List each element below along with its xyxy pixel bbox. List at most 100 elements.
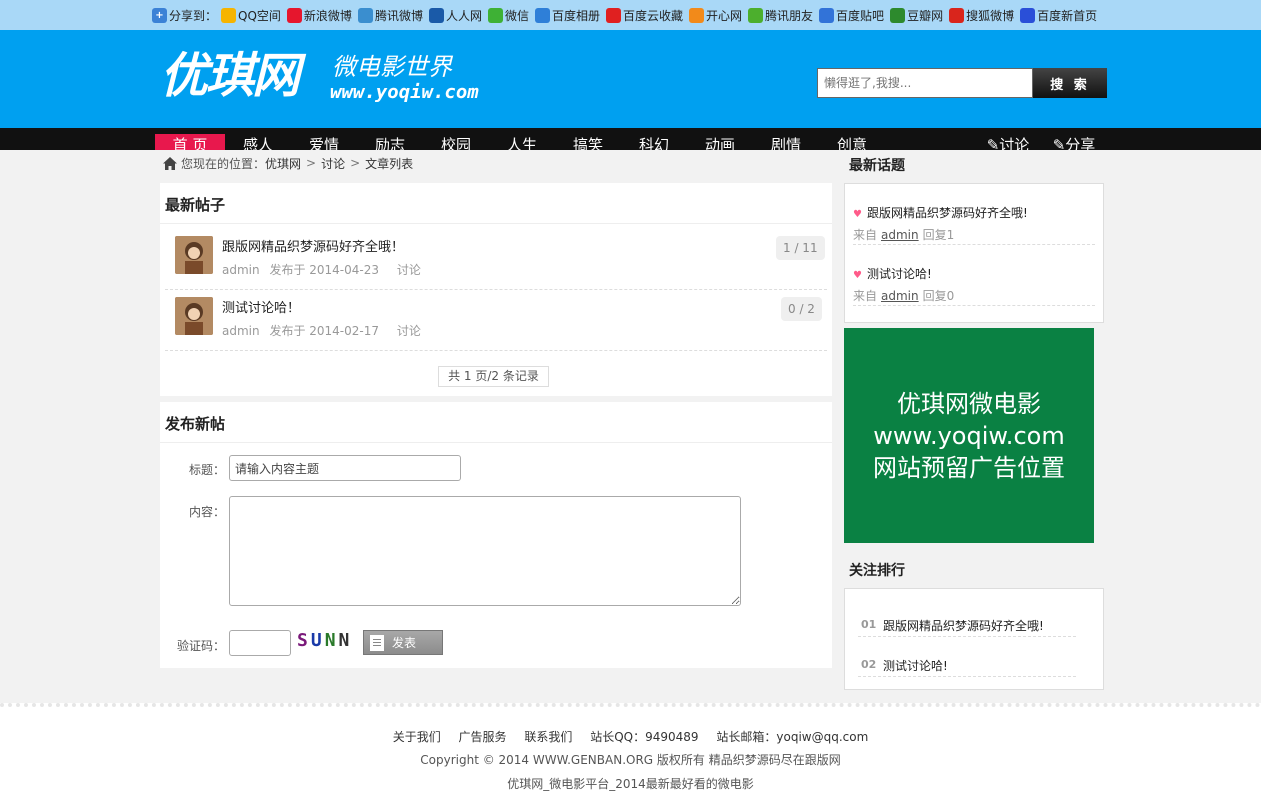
site-logo[interactable]: 优琪网 微电影世界 www.yoqiw.com (160, 48, 505, 118)
topic-author-link[interactable]: admin (881, 289, 919, 303)
ad-banner[interactable]: 优琪网微电影 www.yoqiw.com 网站预留广告位置 (844, 328, 1094, 543)
new-post-title: 发布新帖 (165, 415, 226, 433)
share-item-baidu-cloud-fav[interactable]: 百度云收藏 (606, 7, 683, 24)
breadcrumb-item-list: 文章列表 (365, 156, 414, 171)
share-label: + 分享到： (152, 7, 217, 24)
nav-item-campus[interactable]: 校园 (427, 134, 485, 150)
avatar-image (175, 297, 213, 335)
share-item-tencent-friend[interactable]: 腾讯朋友 (748, 7, 813, 24)
share-item-qzone[interactable]: QQ空间 (221, 7, 281, 24)
topic-title[interactable]: ♥ 测试讨论哈! (853, 265, 932, 282)
captcha-char: S (297, 630, 311, 651)
subject-input[interactable] (229, 455, 461, 481)
post-author[interactable]: admin (222, 263, 260, 277)
nav-item-scifi[interactable]: 科幻 (625, 134, 683, 150)
rank-item: 01 跟版网精品织梦源码好齐全哦! (858, 597, 1076, 637)
content-label: 内容： (189, 505, 226, 519)
topic-author-link[interactable]: admin (881, 228, 919, 242)
post-reply-count: 1 / 11 (776, 236, 825, 260)
nav-item-comedy[interactable]: 搞笑 (559, 134, 617, 150)
post-title[interactable]: 跟版网精品织梦源码好齐全哦！ (222, 236, 404, 255)
tencent-weibo-icon (357, 7, 373, 23)
ad-line: 网站预留广告位置 (873, 454, 1065, 482)
share-item-kaixin[interactable]: 开心网 (689, 7, 742, 24)
ad-line: www.yoqiw.com (873, 422, 1065, 450)
post-author[interactable]: admin (222, 324, 260, 338)
sohu-weibo-icon (949, 7, 965, 23)
post-meta: admin 发布于 2014-02-17 讨论 (222, 322, 427, 339)
breadcrumb-item-discuss[interactable]: 讨论 (321, 155, 345, 172)
captcha-char: U (310, 630, 325, 651)
tieba-icon (819, 7, 835, 23)
submit-button[interactable]: 发表 (363, 630, 443, 655)
nav-item-home[interactable]: 首 页 (155, 134, 225, 150)
nav-item-inspiration[interactable]: 励志 (361, 134, 419, 150)
captcha-image[interactable]: SUNN (297, 630, 352, 651)
share-item-renren[interactable]: 人人网 (428, 7, 482, 24)
avatar[interactable] (175, 236, 213, 274)
nav-item-discuss[interactable]: ✎讨论 (984, 134, 1032, 150)
topic-title[interactable]: ♥ 跟版网精品织梦源码好齐全哦! (853, 204, 1028, 221)
footer-email: 站长邮箱：yoqiw@qq.com (716, 730, 869, 744)
breadcrumb-item-home[interactable]: 优琪网 (265, 155, 301, 172)
kaixin-icon (689, 7, 705, 23)
nav-item-creative[interactable]: 创意 (823, 134, 881, 150)
footer-links: 关于我们 广告服务 联系我们 站长QQ：9490489 站长邮箱：yoqiw@q… (0, 728, 1261, 745)
baidu-home-icon (1020, 7, 1036, 23)
rank-title[interactable]: 跟版网精品织梦源码好齐全哦! (883, 617, 1044, 634)
share-item-weibo[interactable]: 新浪微博 (286, 7, 352, 24)
post-meta: admin 发布于 2014-04-23 讨论 (222, 261, 427, 278)
footer-link-contact[interactable]: 联系我们 (524, 730, 572, 744)
post-item: 跟版网精品织梦源码好齐全哦！ admin 发布于 2014-04-23 讨论 1… (165, 229, 827, 290)
new-post-panel: 发布新帖 标题： 内容： 验证码： SUNN 发表 (160, 402, 832, 668)
nav-item-share[interactable]: ✎分享 (1050, 134, 1098, 150)
share-item-douban[interactable]: 豆瓣网 (890, 7, 943, 24)
site-header: 优琪网 微电影世界 www.yoqiw.com 搜 索 (0, 30, 1261, 128)
captcha-char: N (324, 630, 339, 651)
content-textarea[interactable] (229, 496, 741, 606)
post-category[interactable]: 讨论 (397, 324, 421, 338)
search-button[interactable]: 搜 索 (1033, 68, 1107, 98)
share-item-baidu-home[interactable]: 百度新首页 (1020, 7, 1097, 24)
captcha-char: N (338, 630, 353, 651)
ad-line: 优琪网微电影 (897, 390, 1041, 418)
avatar[interactable] (175, 297, 213, 335)
share-item-tencent-weibo[interactable]: 腾讯微博 (357, 7, 423, 24)
heart-icon: ♥ (853, 270, 862, 281)
footer-link-about[interactable]: 关于我们 (393, 730, 441, 744)
latest-topics-box: ♥ 跟版网精品织梦源码好齐全哦! 来自 admin 回复1 ♥ 测试讨论哈! 来自 adm… (844, 183, 1104, 323)
plus-icon: + (152, 7, 167, 23)
rank-title[interactable]: 测试讨论哈! (883, 657, 948, 674)
breadcrumb-prefix: 您现在的位置： (181, 156, 266, 171)
footer-link-ads[interactable]: 广告服务 (459, 730, 507, 744)
nav-item-life[interactable]: 人生 (493, 134, 551, 150)
nav-item-animation[interactable]: 动画 (691, 134, 749, 150)
search-box: 搜 索 (817, 68, 1107, 98)
latest-posts-panel: 最新帖子 跟版网精品织梦源码好齐全哦！ admin 发布于 2014-04-23… (160, 183, 832, 396)
share-item-sohu-weibo[interactable]: 搜狐微博 (949, 7, 1014, 24)
nav-item-drama[interactable]: 剧情 (757, 134, 815, 150)
footer-qq: 站长QQ：9490489 (590, 730, 699, 744)
share-bar: + 分享到： QQ空间 新浪微博 腾讯微博 人人网 微信 百度相册 百度云收藏 开心网 腾讯朋友… (0, 0, 1261, 30)
topic-item: ♥ 跟版网精品织梦源码好齐全哦! 来自 admin 回复1 (853, 184, 1095, 245)
topic-meta: 来自 admin 回复0 (853, 289, 955, 303)
wechat-icon (487, 7, 503, 23)
weibo-icon (286, 7, 302, 23)
post-category[interactable]: 讨论 (397, 263, 421, 277)
captcha-label: 验证码： (177, 639, 226, 653)
post-date: 发布于 2014-02-17 (269, 324, 379, 338)
nav-item-love[interactable]: 爱情 (295, 134, 353, 150)
share-item-tieba[interactable]: 百度贴吧 (819, 7, 884, 24)
tencent-friend-icon (748, 7, 764, 23)
nav-item-touching[interactable]: 感人 (229, 134, 287, 150)
share-item-wechat[interactable]: 微信 (487, 7, 529, 24)
captcha-input[interactable] (229, 630, 291, 656)
heart-icon: ♥ (853, 209, 862, 220)
post-title[interactable]: 测试讨论哈！ (222, 297, 300, 316)
breadcrumb-separator: > (306, 156, 317, 170)
site-footer: 关于我们 广告服务 联系我们 站长QQ：9490489 站长邮箱：yoqiw@q… (0, 703, 1261, 808)
search-input[interactable] (817, 68, 1033, 98)
share-item-baidu-album[interactable]: 百度相册 (534, 7, 600, 24)
rank-item: 02 测试讨论哈! (858, 637, 1076, 677)
post-item: 测试讨论哈！ admin 发布于 2014-02-17 讨论 0 / 2 (165, 290, 827, 351)
